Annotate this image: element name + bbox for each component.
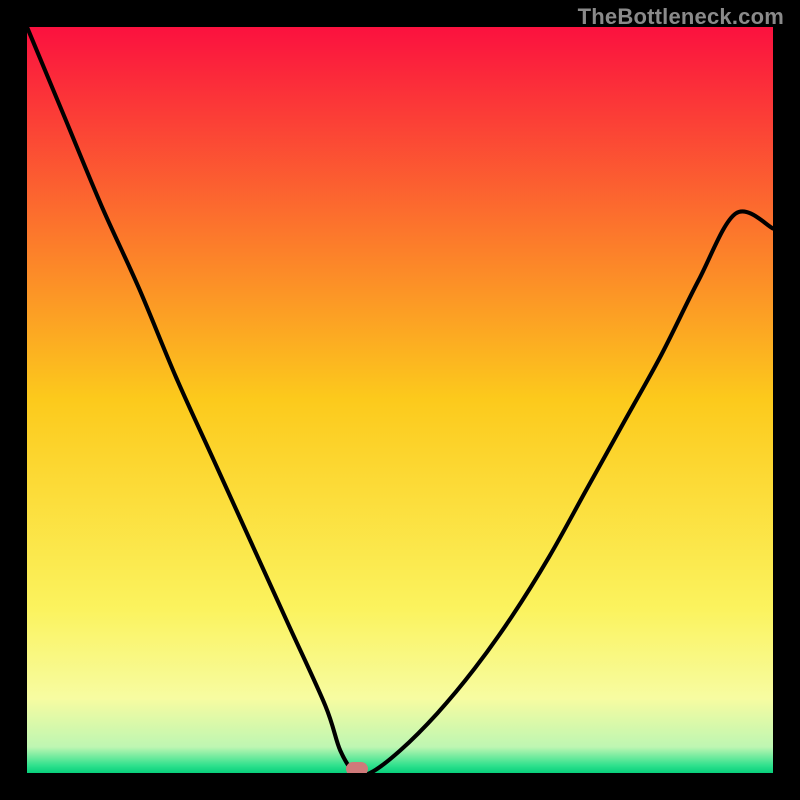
bottleneck-curve [27, 27, 773, 773]
chart-frame: TheBottleneck.com [0, 0, 800, 800]
optimal-point-marker [346, 762, 368, 773]
plot-area [27, 27, 773, 773]
